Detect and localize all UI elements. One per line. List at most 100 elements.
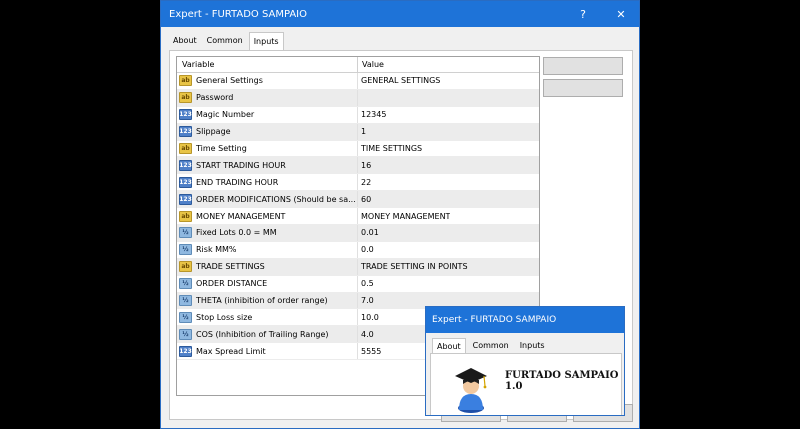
value-cell[interactable]: 12345	[358, 110, 386, 119]
integer-type-icon: 123	[179, 193, 192, 205]
input-row[interactable]: ab General Settings GENERAL SETTINGS	[177, 73, 539, 90]
variable-cell: ab TRADE SETTINGS	[177, 258, 358, 275]
column-header-variable[interactable]: Variable	[177, 57, 358, 72]
input-row[interactable]: ab TRADE SETTINGS TRADE SETTING IN POINTS	[177, 258, 539, 276]
input-row[interactable]: ½ ORDER DISTANCE 0.5	[177, 275, 539, 293]
value-cell[interactable]: 10.0	[358, 313, 379, 322]
variable-name: Magic Number	[196, 110, 255, 120]
about-dialog: Expert - FURTADO SAMPAIO About Common In…	[425, 306, 625, 416]
input-row[interactable]: 123 END TRADING HOUR 22	[177, 174, 539, 192]
tab-common[interactable]: Common	[203, 32, 247, 50]
value-cell[interactable]: 60	[358, 195, 371, 204]
value-cell[interactable]: 0.5	[358, 279, 374, 288]
integer-type-icon: 123	[179, 109, 192, 121]
double-type-icon: ½	[179, 244, 192, 256]
input-row[interactable]: 123 START TRADING HOUR 16	[177, 157, 539, 175]
close-button[interactable]: ✕	[604, 1, 638, 27]
double-type-icon: ½	[179, 295, 192, 307]
value-cell[interactable]: 7.0	[358, 296, 374, 305]
double-type-icon: ½	[179, 227, 192, 239]
variable-name: Slippage	[196, 127, 231, 137]
about-tab-strip: About Common Inputs	[432, 338, 552, 354]
value-cell[interactable]: 16	[358, 161, 371, 170]
variable-cell: ab General Settings	[177, 73, 358, 89]
input-row[interactable]: 123 Slippage 1	[177, 123, 539, 141]
value-cell[interactable]: 0.01	[358, 228, 379, 237]
title-bar[interactable]: Expert - FURTADO SAMPAIO ? ✕	[161, 1, 639, 27]
integer-type-icon: 123	[179, 126, 192, 138]
variable-name: Password	[196, 93, 234, 103]
variable-cell: ½ ORDER DISTANCE	[177, 275, 358, 292]
double-type-icon: ½	[179, 328, 192, 340]
variable-cell: 123 ORDER MODIFICATIONS (Should be sa...	[177, 191, 358, 208]
input-row[interactable]: ab Password	[177, 89, 539, 107]
input-row[interactable]: 123 ORDER MODIFICATIONS (Should be sa... 6…	[177, 191, 539, 209]
string-type-icon: ab	[179, 143, 192, 154]
tab-inputs[interactable]: Inputs	[248, 32, 284, 51]
string-type-icon: ab	[179, 92, 192, 104]
variable-cell: 123 Magic Number	[177, 106, 358, 123]
variable-cell: ½ Risk MM%	[177, 241, 358, 258]
save-button[interactable]	[543, 79, 623, 97]
input-row[interactable]: ab MONEY MANAGEMENT MONEY MANAGEMENT	[177, 208, 539, 226]
about-tab-inputs[interactable]: Inputs	[516, 338, 549, 353]
value-cell[interactable]: TRADE SETTING IN POINTS	[358, 262, 468, 271]
variable-cell: ½ Fixed Lots 0.0 = MM	[177, 225, 358, 241]
variable-name: MONEY MANAGEMENT	[196, 211, 286, 221]
value-cell[interactable]: MONEY MANAGEMENT	[358, 212, 450, 221]
variable-name: Time Setting	[196, 144, 247, 153]
variable-name: Risk MM%	[196, 245, 237, 255]
variable-cell: 123 Max Spread Limit	[177, 343, 358, 360]
value-cell[interactable]: TIME SETTINGS	[358, 144, 422, 153]
variable-cell: ½ THETA (inhibition of order range)	[177, 292, 358, 309]
value-cell[interactable]: 1	[358, 127, 366, 136]
load-button[interactable]	[543, 57, 623, 75]
integer-type-icon: 123	[179, 159, 192, 171]
variable-name: END TRADING HOUR	[196, 177, 279, 187]
double-type-icon: ½	[179, 311, 192, 323]
variable-cell: ab MONEY MANAGEMENT	[177, 208, 358, 225]
about-panel: FURTADO SAMPAIO 1.0	[430, 353, 622, 415]
variable-cell: ab Password	[177, 89, 358, 106]
value-cell[interactable]: 0.0	[358, 245, 374, 254]
variable-cell: ½ Stop Loss size	[177, 309, 358, 326]
integer-type-icon: 123	[179, 345, 192, 357]
variable-name: THETA (inhibition of order range)	[196, 296, 328, 306]
value-cell[interactable]: GENERAL SETTINGS	[358, 76, 440, 85]
variable-cell: 123 Slippage	[177, 123, 358, 140]
input-row[interactable]: ½ Risk MM% 0.0	[177, 241, 539, 259]
variable-name: ORDER DISTANCE	[196, 279, 268, 289]
variable-cell: ab Time Setting	[177, 140, 358, 157]
variable-name: TRADE SETTINGS	[196, 262, 265, 272]
variable-name: Stop Loss size	[196, 312, 253, 322]
variable-name: COS (Inhibition of Trailing Range)	[196, 329, 329, 339]
variable-name: Max Spread Limit	[196, 346, 266, 356]
about-tab-common[interactable]: Common	[469, 338, 513, 353]
help-button[interactable]: ?	[566, 1, 600, 27]
expert-name: FURTADO SAMPAIO 1.0	[505, 370, 619, 392]
value-cell[interactable]: 4.0	[358, 330, 374, 339]
variable-cell: 123 END TRADING HOUR	[177, 174, 358, 191]
string-type-icon: ab	[179, 210, 192, 222]
column-header-value[interactable]: Value	[358, 57, 384, 72]
value-cell[interactable]: 5555	[358, 347, 381, 356]
variable-cell: 123 START TRADING HOUR	[177, 157, 358, 174]
variable-name: ORDER MODIFICATIONS (Should be sa...	[196, 194, 356, 204]
variable-name: Fixed Lots 0.0 = MM	[196, 228, 277, 238]
variable-name: General Settings	[196, 76, 263, 86]
about-dialog-title: Expert - FURTADO SAMPAIO	[432, 315, 557, 325]
integer-type-icon: 123	[179, 176, 192, 188]
value-cell[interactable]: 22	[358, 178, 371, 187]
input-row[interactable]: ab Time Setting TIME SETTINGS	[177, 140, 539, 158]
input-row[interactable]: 123 Magic Number 12345	[177, 106, 539, 124]
string-type-icon: ab	[179, 261, 192, 273]
tab-strip: About Common Inputs	[169, 32, 286, 51]
variable-name: START TRADING HOUR	[196, 160, 286, 170]
about-title-bar[interactable]: Expert - FURTADO SAMPAIO	[426, 307, 624, 333]
about-tab-about[interactable]: About	[432, 338, 466, 354]
input-row[interactable]: ½ Fixed Lots 0.0 = MM 0.01	[177, 225, 539, 242]
dialog-title: Expert - FURTADO SAMPAIO	[169, 8, 308, 20]
double-type-icon: ½	[179, 278, 192, 290]
tab-about[interactable]: About	[169, 32, 201, 50]
string-type-icon: ab	[179, 75, 192, 87]
